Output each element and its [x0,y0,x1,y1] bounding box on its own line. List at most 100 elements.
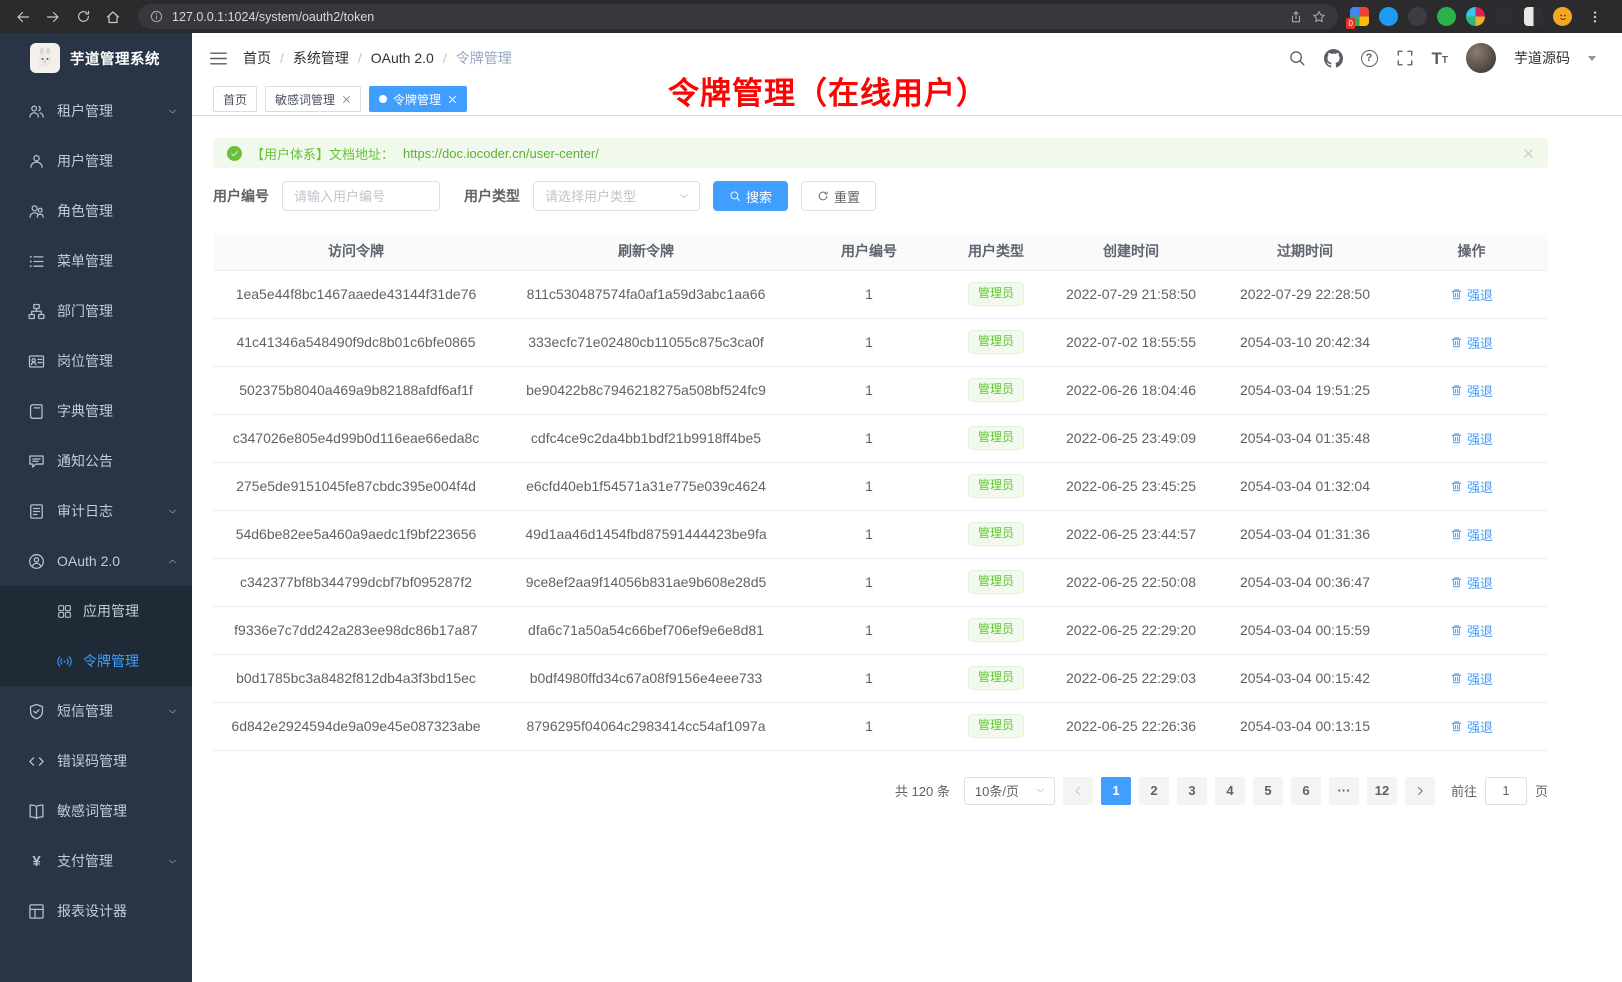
sidebar-item-pay[interactable]: 支付管理 [0,836,192,886]
page-button[interactable]: 6 [1291,777,1321,805]
doc-link[interactable]: https://doc.iocoder.cn/user-center/ [403,146,599,161]
sidebar-item-oauth-app[interactable]: 应用管理 [0,586,192,636]
tab-home[interactable]: 首页 [213,86,257,112]
force-logout-button[interactable]: 强退 [1450,525,1493,544]
home-icon[interactable] [100,4,126,30]
sidebar-item-sms[interactable]: 短信管理 [0,686,192,736]
sidebar-item-role[interactable]: 角色管理 [0,186,192,236]
force-logout-button[interactable]: 强退 [1450,477,1493,496]
sidebar-item-post[interactable]: 岗位管理 [0,336,192,386]
help-icon[interactable] [1361,50,1378,67]
close-icon[interactable] [341,94,351,104]
post-icon [28,353,45,370]
page-button[interactable]: 1 [1101,777,1131,805]
tab-token[interactable]: 令牌管理 [369,86,467,112]
next-page-button[interactable] [1405,777,1435,805]
search-button[interactable]: 搜索 [713,181,788,211]
more-pages-button[interactable]: ··· [1329,777,1359,805]
sidebar-item-audit-log[interactable]: 审计日志 [0,486,192,536]
page-button[interactable]: 12 [1367,777,1397,805]
sidebar-item-menu[interactable]: 菜单管理 [0,236,192,286]
address-bar[interactable]: 127.0.0.1:1024/system/oauth2/token [138,4,1338,29]
force-logout-button[interactable]: 强退 [1450,429,1493,448]
share-icon[interactable] [1289,10,1303,24]
user-type-cell: 管理员 [945,510,1047,558]
sidebar-item-label: 字典管理 [57,401,178,421]
font-size-icon[interactable] [1432,50,1449,67]
extension-icon[interactable] [1466,7,1485,26]
page-size-select[interactable]: 10条/页 [964,777,1055,805]
sidebar-item-notice[interactable]: 通知公告 [0,436,192,486]
reset-button-label: 重置 [834,187,860,206]
expire-time-cell: 2054-03-10 20:42:34 [1215,318,1395,366]
browser-menu-icon[interactable] [1582,4,1608,30]
sidebar-item-dict[interactable]: 字典管理 [0,386,192,436]
user-type-cell: 管理员 [945,558,1047,606]
close-icon[interactable] [1523,148,1534,159]
expire-time-cell: 2054-03-04 00:36:47 [1215,558,1395,606]
force-logout-button[interactable]: 强退 [1450,381,1493,400]
report-icon [28,903,45,920]
force-logout-label: 强退 [1467,429,1493,448]
extension-icon[interactable] [1379,7,1398,26]
goto-page-input[interactable] [1485,777,1527,805]
force-logout-label: 强退 [1467,573,1493,592]
breadcrumb-item[interactable]: 首页 [243,48,284,68]
reload-icon[interactable] [70,4,96,30]
page-button[interactable]: 2 [1139,777,1169,805]
main-area: 首页 系统管理 OAuth 2.0 令牌管理 芋道源码 首页 [192,33,1622,982]
site-info-icon[interactable] [150,10,163,23]
collapse-sidebar-icon[interactable] [192,49,243,68]
forward-icon[interactable] [40,4,66,30]
user-dropdown-caret-icon[interactable] [1588,56,1596,61]
force-logout-button[interactable]: 强退 [1450,717,1493,736]
force-logout-button[interactable]: 强退 [1450,285,1493,304]
sidebar-item-dept[interactable]: 部门管理 [0,286,192,336]
user-avatar[interactable] [1466,43,1496,73]
sidebar: 芋道管理系统 租户管理 用户管理 角色管理 菜单管理 部 [0,33,192,982]
action-cell: 强退 [1395,270,1548,318]
extension-icon[interactable]: 0 [1350,7,1369,26]
sidebar-item-label: 岗位管理 [57,351,178,371]
bookmark-star-icon[interactable] [1312,10,1326,24]
force-logout-button[interactable]: 强退 [1450,333,1493,352]
sidebar-item-errorcode[interactable]: 错误码管理 [0,736,192,786]
tenant-icon [28,103,45,120]
extension-icon[interactable] [1495,7,1514,26]
search-icon[interactable] [1288,49,1306,67]
user-id-input[interactable] [282,181,440,211]
sidebar-item-tenant[interactable]: 租户管理 [0,86,192,136]
reset-button[interactable]: 重置 [801,181,876,211]
extension-icon[interactable] [1408,7,1427,26]
sidebar-item-sensitive-word[interactable]: 敏感词管理 [0,786,192,836]
extension-icon[interactable] [1524,7,1543,26]
force-logout-button[interactable]: 强退 [1450,669,1493,688]
sidebar-item-user[interactable]: 用户管理 [0,136,192,186]
dept-tree-icon [28,303,45,320]
page-button[interactable]: 5 [1253,777,1283,805]
page-button[interactable]: 4 [1215,777,1245,805]
tab-sensitive-word[interactable]: 敏感词管理 [265,86,361,112]
username[interactable]: 芋道源码 [1514,48,1570,68]
sidebar-item-report-designer[interactable]: 报表设计器 [0,886,192,936]
user-type-select-input[interactable] [545,189,678,204]
prev-page-button[interactable] [1063,777,1093,805]
github-icon[interactable] [1324,49,1343,68]
dict-icon [28,403,45,420]
breadcrumb-item[interactable]: OAuth 2.0 [371,50,447,66]
breadcrumb-item[interactable]: 系统管理 [293,48,362,68]
access-token-cell: 1ea5e44f8bc1467aaede43144f31de76 [213,270,499,318]
force-logout-button[interactable]: 强退 [1450,621,1493,640]
force-logout-button[interactable]: 强退 [1450,573,1493,592]
page-button[interactable]: 3 [1177,777,1207,805]
user-type-select[interactable] [533,181,700,211]
sidebar-item-oauth-token[interactable]: 令牌管理 [0,636,192,686]
table-row: b0d1785bc3a8482f812db4a3f3bd15ec b0df498… [213,654,1548,702]
back-icon[interactable] [10,4,36,30]
close-icon[interactable] [447,94,457,104]
browser-profile-avatar[interactable] [1553,7,1572,26]
fullscreen-icon[interactable] [1396,49,1414,67]
extension-icon[interactable] [1437,7,1456,26]
table-row: 502375b8040a469a9b82188afdf6af1f be90422… [213,366,1548,414]
sidebar-item-oauth2[interactable]: OAuth 2.0 [0,536,192,586]
